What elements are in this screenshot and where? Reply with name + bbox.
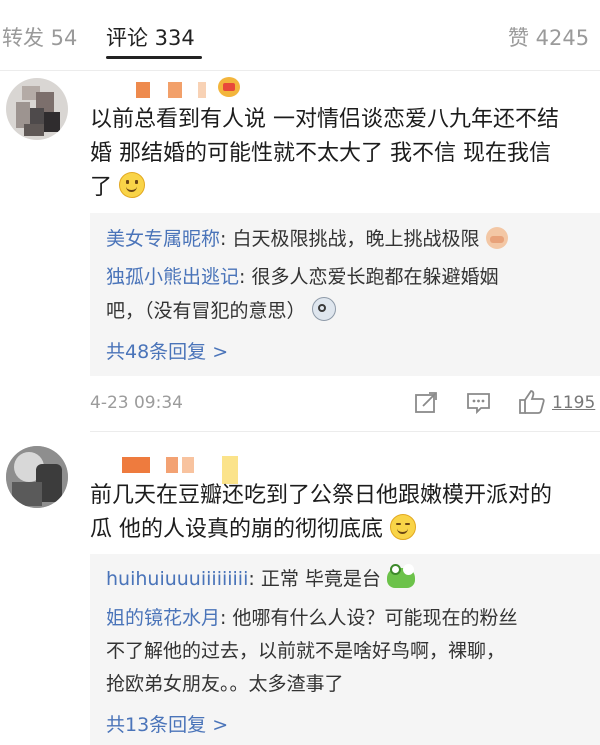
tab-reposts[interactable]: 转发 54 — [2, 22, 77, 52]
timestamp: 4-23 09:34 — [90, 393, 183, 413]
reply-item-continued: 吧，（没有冒犯的意思） — [106, 295, 336, 327]
divider — [0, 70, 600, 71]
like-icon[interactable] — [518, 389, 546, 415]
divider — [90, 431, 600, 432]
reply-item[interactable]: 姐的镜花水月: 他哪有什么人设？可能现在的粉丝 — [106, 602, 517, 634]
more-replies-link[interactable]: 共13条回复 > — [106, 710, 228, 737]
avatar[interactable] — [6, 78, 68, 140]
tab-comments[interactable]: 评论 334 — [106, 22, 195, 52]
dizzy-emoji-icon — [311, 297, 336, 321]
reply-item-continued: 不了解他的过去，以前就不是啥好鸟啊，裸聊， — [106, 640, 506, 662]
reply-username[interactable]: 独孤小熊出逃记 — [106, 266, 239, 288]
more-replies-link[interactable]: 共48条回复 > — [106, 337, 228, 364]
comment-text: 以前总看到有人说 一对情侣谈恋爱八九年还不结 婚 那结婚的可能性就不太大了 我不… — [90, 107, 559, 200]
frog-emoji-icon — [386, 564, 415, 588]
vip-crown-icon — [218, 77, 240, 97]
hands-emoji-icon — [485, 227, 508, 249]
reply-box: huihuiuuuiiiiiiiii: 正常 毕竟是台 姐的镜花水月: 他哪有什… — [90, 554, 600, 745]
sweat-smile-emoji-icon — [390, 514, 416, 540]
smile-emoji-icon — [119, 172, 146, 198]
reply-item-continued: 抢欧弟女朋友。。太多渣事了 — [106, 673, 344, 695]
reply-item[interactable]: 独孤小熊出逃记: 很多人恋爱长跑都在躲避婚姻 — [106, 261, 498, 293]
comment-tabs: 转发 54 评论 334 赞 4245 — [0, 0, 600, 72]
reply-username[interactable]: 美女专属昵称 — [106, 228, 220, 250]
comment-icon[interactable] — [466, 391, 492, 415]
reply-box: 美女专属昵称: 白天极限挑战，晚上挑战极限 独孤小熊出逃记: 很多人恋爱长跑都在… — [90, 213, 600, 376]
tab-likes[interactable]: 赞 4245 — [508, 22, 589, 52]
avatar[interactable] — [6, 446, 68, 508]
active-tab-indicator — [106, 56, 202, 59]
repost-icon[interactable] — [414, 391, 438, 415]
reply-item[interactable]: huihuiuuuiiiiiiiii: 正常 毕竟是台 — [106, 563, 415, 595]
reply-username[interactable]: huihuiuuuiiiiiiiii — [106, 568, 248, 590]
like-count[interactable]: 1195 — [552, 393, 595, 413]
comment-text: 前几天在豆瓣还吃到了公祭日他跟嫩模开派对的 瓜 他的人设真的崩的彻彻底底 — [90, 483, 553, 542]
reply-item[interactable]: 美女专属昵称: 白天极限挑战，晚上挑战极限 — [106, 223, 508, 255]
reply-username[interactable]: 姐的镜花水月 — [106, 607, 220, 629]
